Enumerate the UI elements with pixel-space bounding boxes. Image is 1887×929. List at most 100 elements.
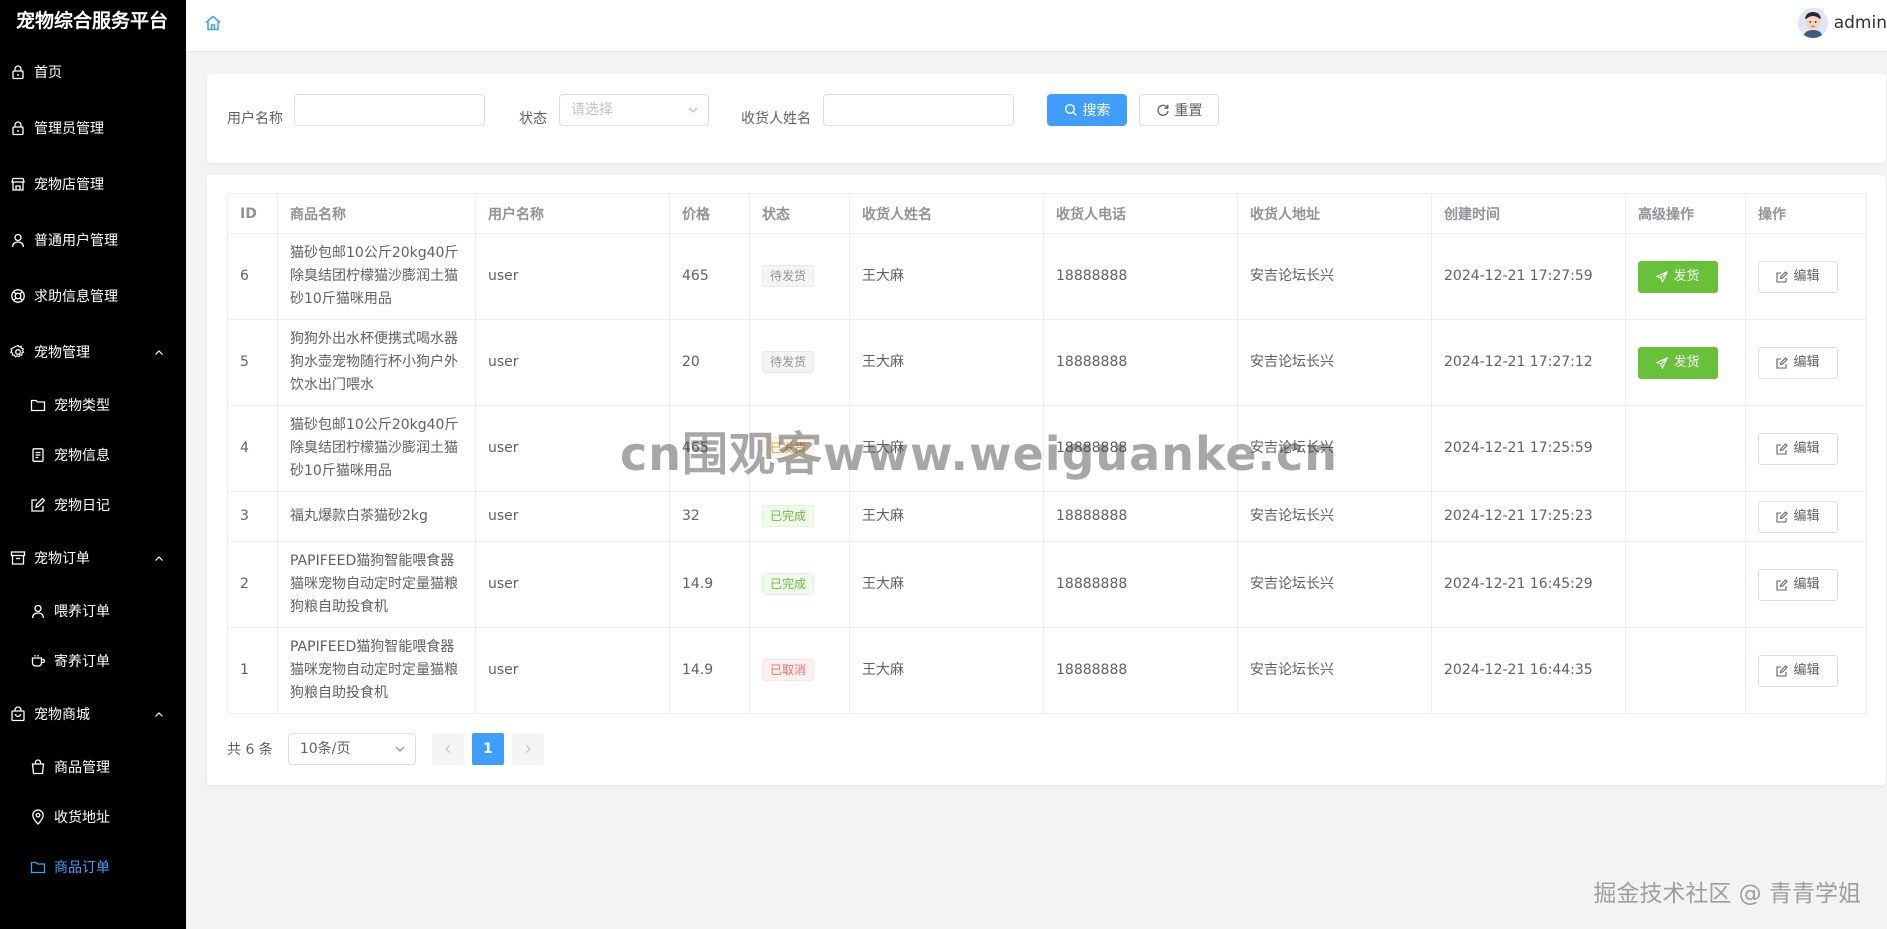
sidebar-subitem-label: 商品订单 [54,860,110,876]
column-header: 收货人地址 [1237,193,1432,234]
sidebar-item-label: 宠物订单 [34,551,90,567]
edit-button[interactable]: 编辑 [1758,500,1838,533]
receiver-input[interactable] [823,94,1014,126]
edit-icon [1776,578,1793,591]
cell-user: user [475,319,670,406]
status-select[interactable]: 请选择 [559,94,709,126]
edit-button-label: 编辑 [1793,663,1820,678]
status-badge: 待发货 [762,265,815,287]
sidebar-item[interactable]: 首页 [0,44,186,100]
sidebar-subitem[interactable]: 宠物日记 [0,480,186,530]
sidebar-subitem[interactable]: 寄养订单 [0,636,186,686]
send-icon [1656,270,1673,283]
search-button-label: 搜索 [1082,103,1111,119]
status-badge: 待发货 [762,351,815,373]
column-header: ID [227,193,278,234]
edit-button-label: 编辑 [1793,577,1820,592]
cell-address: 安吉论坛长兴 [1237,405,1432,492]
sidebar-item-label: 宠物商城 [34,707,90,723]
sidebar-subitem[interactable]: 宠物类型 [0,380,186,430]
cell-address: 安吉论坛长兴 [1237,627,1432,714]
sidebar-item-label: 求助信息管理 [34,289,118,305]
edit-button[interactable]: 编辑 [1758,432,1838,465]
bag-icon [10,706,26,722]
ship-button[interactable]: 发货 [1638,346,1718,379]
table-row: 5 狗狗外出水杯便携式喝水器狗水壶宠物随行杯小狗户外饮水出门喂水 user 20 待发货… [227,319,1867,406]
edit-button[interactable]: 编辑 [1758,260,1838,293]
status-badge: 已取消 [762,659,815,681]
edit-button[interactable]: 编辑 [1758,568,1838,601]
ship-button[interactable]: 发货 [1638,260,1718,293]
help-icon [10,288,26,304]
cell-actions: 编辑 [1745,491,1867,542]
column-header: 收货人姓名 [849,193,1044,234]
cell-id: 2 [227,541,278,628]
edit-button-label: 编辑 [1793,509,1820,524]
home-icon[interactable] [204,14,222,32]
chevron-down-icon [395,745,405,753]
cell-price: 20 [669,319,750,406]
search-form: 用户名称 状态 请选择 收货人姓名 搜索 重置 [207,74,1886,163]
chevron-up-icon [154,554,164,564]
cell-advanced [1625,541,1746,628]
search-button[interactable]: 搜索 [1047,94,1127,126]
cell-advanced: 发货 [1625,319,1746,406]
edit-button[interactable]: 编辑 [1758,346,1838,379]
refresh-icon [1156,103,1170,117]
table-body: 6 猫砂包邮10公斤20kg40斤除臭结团柠檬猫沙膨润土猫砂10斤猫咪用品 user… [227,233,1867,714]
username-input[interactable] [294,94,485,126]
sidebar-item-label: 宠物店管理 [34,177,104,193]
reset-button-label: 重置 [1174,103,1203,119]
user-menu[interactable]: admin [1797,6,1887,40]
cell-actions: 编辑 [1745,233,1867,320]
edit-button[interactable]: 编辑 [1758,654,1838,687]
sidebar-item[interactable]: 求助信息管理 [0,268,186,324]
sidebar-subitem-label: 商品管理 [54,760,110,776]
chevron-up-icon [154,710,164,720]
cell-product: PAPIFEED猫狗智能喂食器猫咪宠物自动定时定量猫粮狗粮自助投食机 [277,541,476,628]
prev-page-button[interactable] [431,733,464,765]
sidebar-item[interactable]: 宠物订单 [0,530,186,586]
edit-icon [1776,664,1793,677]
column-header: 状态 [749,193,850,234]
box-icon [10,550,26,566]
reset-button[interactable]: 重置 [1139,94,1219,126]
sidebar-item[interactable]: 宠物管理 [0,324,186,380]
sidebar-subitem-label: 宠物信息 [54,448,110,464]
cell-address: 安吉论坛长兴 [1237,491,1432,542]
page-number-current[interactable]: 1 [471,733,504,765]
cell-status: 待发货 [749,233,850,320]
cell-product: PAPIFEED猫狗智能喂食器猫咪宠物自动定时定量猫粮狗粮自助投食机 [277,627,476,714]
page-size-select[interactable]: 10条/页 [287,733,416,765]
cell-id: 1 [227,627,278,714]
sidebar-item[interactable]: 宠物店管理 [0,156,186,212]
sidebar-subitem[interactable]: 宠物信息 [0,430,186,480]
table-row: 3 福丸爆款白茶猫砂2kg user 32 已完成 王大麻 18888888 安吉论坛长兴 20… [227,491,1867,542]
cell-actions: 编辑 [1745,541,1867,628]
edit-icon [1776,270,1793,283]
cell-receiver: 王大麻 [849,233,1044,320]
sidebar-item[interactable]: 管理员管理 [0,100,186,156]
cell-receiver: 王大麻 [849,627,1044,714]
lock-icon [10,120,26,136]
edit-icon [30,497,46,513]
sidebar-subitem[interactable]: 收货地址 [0,792,186,842]
cell-status: 已发货 [749,405,850,492]
sidebar: 宠物综合服务平台 首页 管理员管理宠物店管理普通用户管理 求助信息管理宠物管理 宠物类… [0,0,186,929]
cell-created: 2024-12-21 17:25:23 [1431,491,1626,542]
chevron-up-icon [154,348,164,358]
status-label: 状态 [519,111,547,127]
sidebar-item[interactable]: 普通用户管理 [0,212,186,268]
sidebar-subitem[interactable]: 商品订单 [0,842,186,892]
sidebar-item-label: 普通用户管理 [34,233,118,249]
sidebar-subitem[interactable]: 喂养订单 [0,586,186,636]
cell-price: 32 [669,491,750,542]
cell-user: user [475,491,670,542]
cell-status: 已取消 [749,627,850,714]
next-page-button[interactable] [511,733,544,765]
sidebar-item[interactable]: 宠物商城 [0,686,186,742]
status-placeholder: 请选择 [571,102,613,118]
top-header: admin [186,0,1887,52]
sidebar-subitem[interactable]: 商品管理 [0,742,186,792]
app-title: 宠物综合服务平台 [16,10,169,32]
